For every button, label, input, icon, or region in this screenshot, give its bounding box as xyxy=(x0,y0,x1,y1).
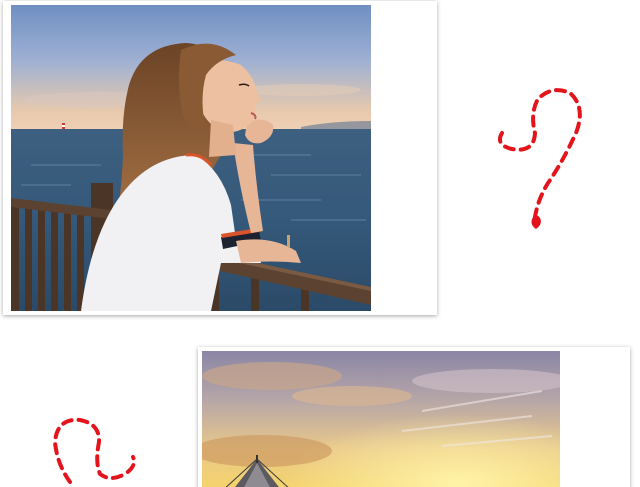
photo-card-1 xyxy=(3,1,437,315)
red-dashed-squiggle-icon xyxy=(45,412,145,487)
photo-card-2 xyxy=(198,347,630,487)
sunset-sky-photo xyxy=(202,351,560,487)
red-dashed-question-mark-icon xyxy=(490,85,590,235)
woman-seaside-photo xyxy=(11,5,371,311)
photo-page xyxy=(0,0,640,487)
